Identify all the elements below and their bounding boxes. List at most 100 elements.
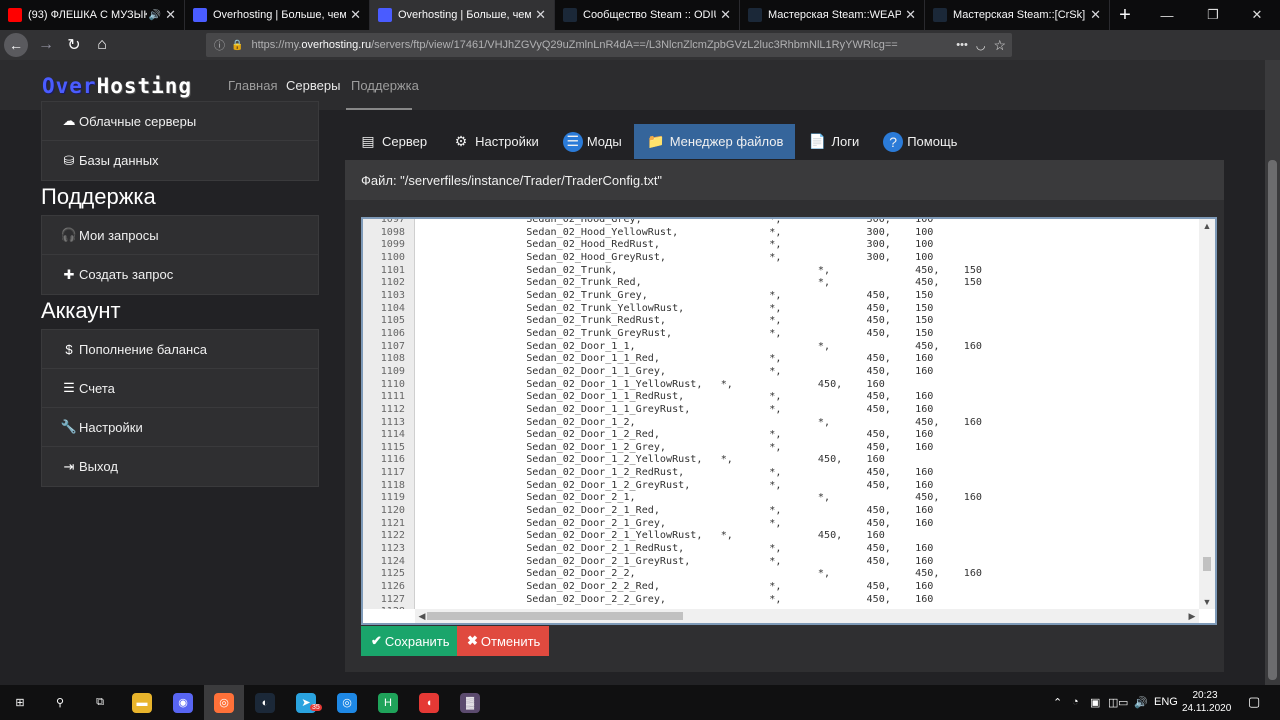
tray-monitor-icon[interactable]: ◫	[1108, 696, 1118, 709]
nav-active-underline	[346, 108, 412, 110]
web-page: OverHosting Главная Серверы Поддержка ☁ О…	[0, 60, 1265, 685]
sidebar-item[interactable]: ⇥ Выход	[42, 447, 318, 486]
taskbar-app[interactable]: ◖	[409, 685, 449, 720]
tab-folder[interactable]: 📁 Менеджер файлов	[633, 124, 796, 159]
notifications-icon[interactable]: ▢	[1248, 694, 1260, 710]
steam-icon	[563, 8, 577, 22]
speaker-icon[interactable]: 🔊	[149, 10, 161, 21]
line-number-gutter: 1097 1098 1099 1100 1101 1102 1103 1104 …	[363, 219, 415, 609]
taskbar-app[interactable]: ⚲	[40, 685, 80, 720]
sidebar-item[interactable]: $ Пополнение баланса	[42, 330, 318, 369]
nav-servers-link[interactable]: Серверы	[286, 78, 340, 93]
cancel-button[interactable]: ✖ Отменить	[457, 626, 549, 656]
browser-tab[interactable]: Overhosting | Больше, чем пр✕	[185, 0, 370, 30]
sidebar-item-label: Выход	[79, 459, 118, 474]
sidebar-item[interactable]: ☰ Счета	[42, 369, 318, 408]
scroll-down-icon[interactable]: ▼	[1199, 595, 1215, 609]
taskbar-app[interactable]: ⧉	[80, 685, 120, 720]
page-actions-icon[interactable]: •••	[956, 39, 968, 51]
app-red-icon: ◖	[419, 692, 439, 713]
save-button[interactable]: ✔ Сохранить	[361, 626, 457, 656]
vertical-scroll-thumb[interactable]	[1203, 557, 1211, 571]
browser-tab[interactable]: Overhosting | Больше, чем пр✕	[370, 0, 555, 30]
code-area[interactable]: Sedan_02_Hood_Grey, *, 300, 100 Sedan_02…	[415, 219, 1199, 609]
sidebar-account: $ Пополнение баланса ☰ Счета 🔧 Настройки ⇥ Выхо…	[41, 329, 319, 487]
browser-tab[interactable]: Мастерская Steam::[CrSk] BM ✕	[925, 0, 1110, 30]
bookmark-star-icon[interactable]: ☆	[993, 37, 1006, 54]
close-tab-icon[interactable]: ✕	[350, 7, 361, 23]
taskbar-app[interactable]: ▓	[450, 685, 490, 720]
page-scroll-thumb[interactable]	[1268, 160, 1277, 680]
editor-horizontal-scrollbar[interactable]: ◀ ▶	[415, 609, 1199, 623]
url-text[interactable]: https://my.overhosting.ru/servers/ftp/vi…	[251, 39, 948, 51]
nav-support-link[interactable]: Поддержка	[351, 78, 419, 93]
browser-tab[interactable]: Мастерская Steam::WEAPON✕	[740, 0, 925, 30]
close-tab-icon[interactable]: ✕	[165, 7, 176, 23]
lock-icon[interactable]: 🔒	[231, 40, 243, 51]
sidebar-item[interactable]: ⛁ Базы данных	[42, 141, 318, 180]
taskbar-app[interactable]: ◎	[327, 685, 367, 720]
sidebar-item[interactable]: 🎧 Мои запросы	[42, 216, 318, 255]
home-icon[interactable]: ⌂	[88, 31, 116, 59]
tab-mods[interactable]: ☰ Моды	[551, 124, 634, 159]
code-text[interactable]: Sedan_02_Hood_Grey, *, 300, 100 Sedan_02…	[429, 219, 982, 606]
tray-app-icon[interactable]: ◔	[1072, 696, 1079, 708]
page-info-icon[interactable]: ⓘ	[214, 37, 225, 53]
network-icon[interactable]: ▭	[1118, 696, 1128, 709]
pocket-icon[interactable]: ◡	[976, 39, 986, 52]
editor-vertical-scrollbar[interactable]: ▲ ▼	[1199, 219, 1215, 609]
overhosting-logo[interactable]: OverHosting	[42, 74, 192, 98]
close-window-button[interactable]: ✕	[1234, 0, 1280, 30]
taskbar-app[interactable]: ⊞	[0, 685, 40, 720]
minimize-window-button[interactable]: —	[1144, 0, 1190, 30]
taskbar-app[interactable]: ➤ 35	[286, 685, 326, 720]
save-button-label: Сохранить	[384, 633, 450, 649]
tray-display-icon[interactable]: ▣	[1090, 696, 1100, 709]
nav-home-link[interactable]: Главная	[228, 78, 277, 93]
browser-tab-title: Overhosting | Больше, чем пр	[213, 9, 347, 21]
url-bar[interactable]: ⓘ 🔒 https://my.overhosting.ru/servers/ft…	[206, 33, 1012, 57]
taskbar-app[interactable]: ◐	[245, 685, 285, 720]
scroll-right-icon[interactable]: ▶	[1185, 609, 1199, 623]
taskbar-app[interactable]: ◎	[204, 685, 244, 720]
cloud-icon: ☁	[62, 113, 76, 128]
taskbar-app[interactable]: ▬	[122, 685, 162, 720]
back-icon[interactable]: ←	[4, 33, 28, 57]
tray-overflow-icon[interactable]: ⌃	[1053, 696, 1062, 709]
sidebar-item[interactable]: ✚ Создать запрос	[42, 255, 318, 294]
reload-icon[interactable]: ↻	[60, 31, 88, 59]
tab-log[interactable]: 📄 Логи	[795, 124, 871, 159]
browser-tab-title: Мастерская Steam::[CrSk] BM	[953, 9, 1086, 21]
tab-help[interactable]: ? Помощь	[871, 124, 969, 159]
close-tab-icon[interactable]: ✕	[535, 7, 546, 23]
clock-time: 20:23	[1192, 690, 1218, 701]
tab-cog[interactable]: ⚙ Настройки	[439, 124, 551, 159]
sidebar-item[interactable]: 🔧 Настройки	[42, 408, 318, 447]
browser-tab[interactable]: Сообщество Steam :: ODIUM ✕	[555, 0, 740, 30]
sidebar-item-label: Базы данных	[79, 153, 159, 168]
game-icon: ▓	[460, 692, 480, 713]
headset-icon: 🎧	[60, 227, 78, 242]
forward-icon[interactable]: →	[32, 31, 60, 59]
list-icon: ☰	[63, 380, 75, 395]
log-icon: 📄	[808, 133, 827, 149]
sidebar-support: 🎧 Мои запросы ✚ Создать запрос	[41, 215, 319, 295]
language-indicator[interactable]: ENG	[1154, 696, 1178, 708]
scroll-up-icon[interactable]: ▲	[1199, 219, 1215, 233]
sidebar-item[interactable]: ☁ Облачные серверы	[42, 102, 318, 141]
horizontal-scroll-thumb[interactable]	[427, 612, 683, 620]
system-clock[interactable]: 20:23 24.11.2020	[1182, 689, 1232, 715]
clock-date: 24.11.2020	[1182, 703, 1232, 714]
windows-start-icon: ⊞	[15, 697, 25, 709]
browser-tab[interactable]: (93) ФЛЕШКА С МУЗЫКОЙ🔊 ✕	[0, 0, 185, 30]
maximize-window-button[interactable]: ❐	[1190, 0, 1236, 30]
taskbar-app[interactable]: ◉	[163, 685, 203, 720]
file-editor[interactable]: 1097 1098 1099 1100 1101 1102 1103 1104 …	[361, 217, 1217, 625]
close-tab-icon[interactable]: ✕	[720, 7, 731, 23]
close-tab-icon[interactable]: ✕	[905, 7, 916, 23]
tab-server[interactable]: ▤ Сервер	[346, 124, 439, 159]
close-tab-icon[interactable]: ✕	[1090, 7, 1101, 23]
volume-icon[interactable]: 🔊	[1134, 696, 1148, 709]
taskbar-app[interactable]: H	[368, 685, 408, 720]
new-tab-button[interactable]: +	[1110, 0, 1140, 30]
